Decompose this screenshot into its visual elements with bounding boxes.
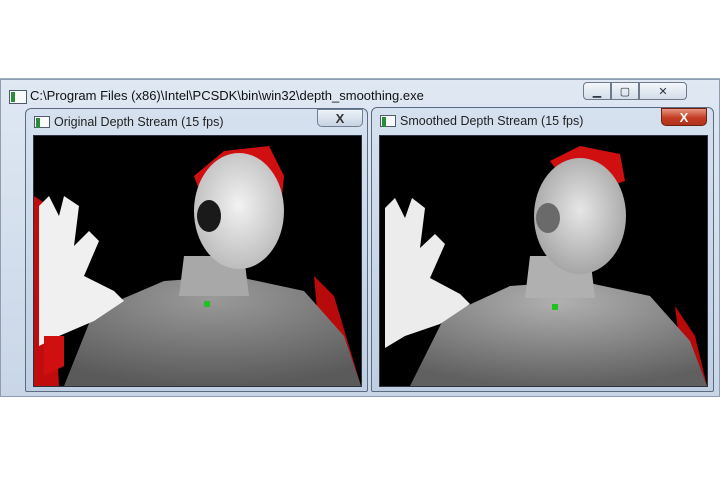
console-app-icon [9,90,27,104]
mouth-shadow [536,203,560,233]
close-button[interactable]: ✕ [639,82,687,100]
smoothed-window-title: Smoothed Depth Stream (15 fps) [400,114,584,128]
close-icon: X [679,109,689,125]
original-window-title: Original Depth Stream (15 fps) [54,115,224,129]
maximize-icon: ▢ [619,85,631,98]
original-depth-canvas[interactable] [33,135,362,387]
minimize-icon: ▁ [592,85,602,98]
close-icon: ✕ [658,85,668,98]
maximize-button[interactable]: ▢ [611,82,639,100]
app-window-icon [380,115,396,127]
tracking-marker [552,304,558,310]
window-controls: ▁ ▢ ✕ [583,82,687,102]
smoothed-depth-canvas[interactable] [379,135,708,387]
smoothed-depth-window: Smoothed Depth Stream (15 fps) X [371,107,714,392]
app-window-icon [34,116,50,128]
original-close-button[interactable]: X [317,109,363,127]
original-depth-image [34,146,361,386]
invalid-region [44,336,64,376]
smoothed-close-button[interactable]: X [661,108,707,126]
smoothed-depth-image [385,146,707,386]
original-depth-window: Original Depth Stream (15 fps) X [25,108,368,392]
mouth-shadow [197,200,221,232]
main-window-title: C:\Program Files (x86)\Intel\PCSDK\bin\w… [30,88,424,103]
close-icon: X [335,110,345,126]
tracking-marker [204,301,210,307]
minimize-button[interactable]: ▁ [583,82,611,100]
